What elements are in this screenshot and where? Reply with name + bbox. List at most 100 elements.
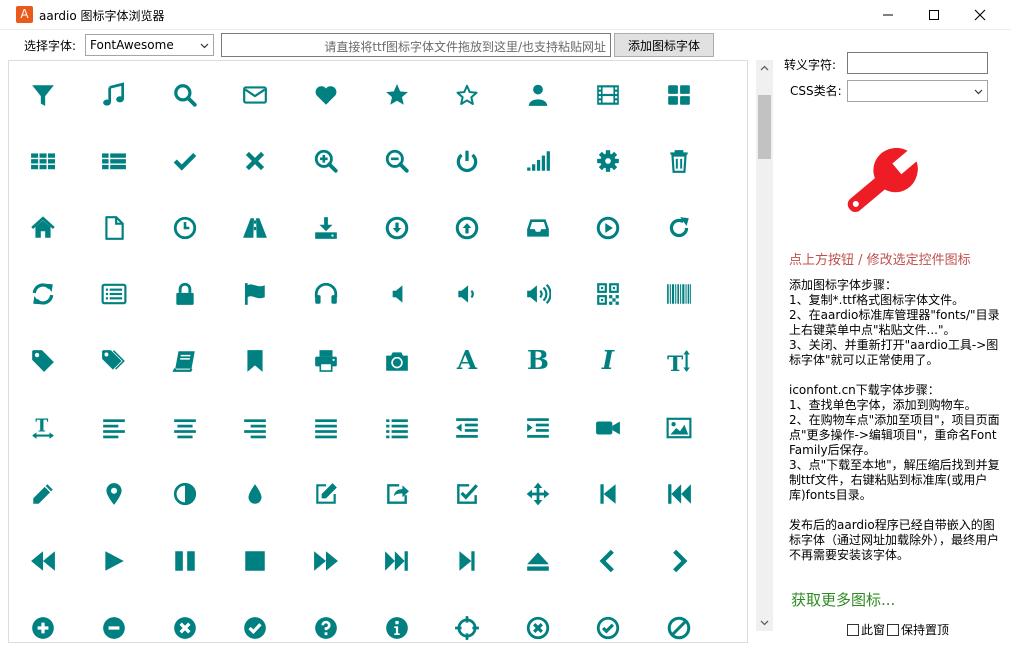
icon-cell[interactable]: [13, 269, 73, 319]
icon-cell[interactable]: [508, 603, 568, 642]
icon-cell[interactable]: [367, 536, 427, 586]
icon-cell[interactable]: [367, 203, 427, 253]
icon-cell[interactable]: [578, 469, 638, 519]
close-button[interactable]: [957, 0, 1003, 30]
icon-cell[interactable]: [155, 269, 215, 319]
icon-cell[interactable]: [296, 603, 356, 642]
icon-cell[interactable]: [437, 70, 497, 120]
icon-cell[interactable]: [296, 136, 356, 186]
icon-cell[interactable]: [649, 203, 709, 253]
icon-cell[interactable]: [84, 469, 144, 519]
icon-cell[interactable]: [367, 469, 427, 519]
icon-cell[interactable]: [508, 403, 568, 453]
icon-cell[interactable]: [296, 536, 356, 586]
minimize-button[interactable]: [865, 0, 911, 30]
icon-cell[interactable]: [296, 70, 356, 120]
icon-cell[interactable]: [649, 469, 709, 519]
more-icons-link[interactable]: 获取更多图标...: [791, 589, 895, 610]
icon-cell[interactable]: [225, 536, 285, 586]
icon-cell[interactable]: [13, 469, 73, 519]
icon-cell[interactable]: [225, 203, 285, 253]
icon-cell[interactable]: [225, 70, 285, 120]
icon-cell[interactable]: [155, 336, 215, 386]
icon-cell[interactable]: T: [13, 403, 73, 453]
scroll-up-button[interactable]: [756, 60, 773, 77]
icon-cell[interactable]: [225, 469, 285, 519]
icon-cell[interactable]: [13, 70, 73, 120]
icon-cell[interactable]: [155, 203, 215, 253]
icon-cell[interactable]: [578, 536, 638, 586]
icon-grid-scrollbar[interactable]: [756, 60, 773, 631]
maximize-button[interactable]: [911, 0, 957, 30]
icon-cell[interactable]: [578, 136, 638, 186]
icon-cell[interactable]: [508, 203, 568, 253]
icon-cell[interactable]: [13, 603, 73, 642]
icon-cell[interactable]: [508, 70, 568, 120]
icon-cell[interactable]: [437, 536, 497, 586]
icon-cell[interactable]: [437, 603, 497, 642]
css-class-select[interactable]: [847, 80, 988, 102]
icon-cell[interactable]: [508, 136, 568, 186]
icon-cell[interactable]: T: [649, 336, 709, 386]
icon-cell[interactable]: [84, 136, 144, 186]
icon-cell[interactable]: [508, 536, 568, 586]
icon-cell[interactable]: [296, 403, 356, 453]
scroll-down-button[interactable]: [756, 614, 773, 631]
escape-char-input[interactable]: [847, 52, 988, 74]
icon-cell[interactable]: [155, 403, 215, 453]
icon-cell[interactable]: [578, 603, 638, 642]
icon-cell[interactable]: [578, 203, 638, 253]
icon-cell[interactable]: [84, 70, 144, 120]
icon-cell[interactable]: [578, 403, 638, 453]
topmost-checkbox[interactable]: [887, 623, 900, 636]
font-file-input[interactable]: 请直接将ttf图标字体文件拖放到这里/也支持粘贴网址: [221, 33, 611, 57]
icon-cell[interactable]: [296, 269, 356, 319]
icon-cell[interactable]: [437, 136, 497, 186]
icon-cell[interactable]: [155, 70, 215, 120]
wrench-icon[interactable]: [832, 138, 928, 228]
icon-cell[interactable]: [367, 70, 427, 120]
icon-cell[interactable]: [649, 603, 709, 642]
icon-cell[interactable]: [13, 336, 73, 386]
icon-cell[interactable]: [155, 536, 215, 586]
icon-cell[interactable]: [437, 269, 497, 319]
icon-cell[interactable]: [296, 336, 356, 386]
icon-cell[interactable]: [13, 536, 73, 586]
icon-cell[interactable]: [84, 603, 144, 642]
icon-cell[interactable]: [649, 536, 709, 586]
icon-cell[interactable]: [84, 403, 144, 453]
icon-cell[interactable]: [367, 336, 427, 386]
icon-cell[interactable]: [13, 203, 73, 253]
icon-cell[interactable]: [649, 136, 709, 186]
icon-cell[interactable]: [649, 403, 709, 453]
icon-cell[interactable]: [437, 203, 497, 253]
icon-cell[interactable]: [84, 269, 144, 319]
add-font-button[interactable]: 添加图标字体: [614, 33, 714, 57]
icon-cell[interactable]: [225, 136, 285, 186]
icon-cell[interactable]: [508, 469, 568, 519]
icon-cell[interactable]: [578, 70, 638, 120]
icon-cell[interactable]: [84, 536, 144, 586]
icon-cell[interactable]: [13, 136, 73, 186]
icon-cell[interactable]: [225, 403, 285, 453]
icon-cell[interactable]: [367, 603, 427, 642]
icon-cell[interactable]: [225, 269, 285, 319]
window-checkbox[interactable]: [847, 623, 859, 636]
icon-cell[interactable]: [437, 403, 497, 453]
font-select[interactable]: FontAwesome: [85, 34, 214, 56]
icon-cell[interactable]: [155, 469, 215, 519]
icon-cell[interactable]: [578, 269, 638, 319]
icon-cell[interactable]: [367, 136, 427, 186]
icon-cell[interactable]: [155, 603, 215, 642]
icon-cell[interactable]: B: [508, 336, 568, 386]
icon-cell[interactable]: [649, 269, 709, 319]
icon-cell[interactable]: [508, 269, 568, 319]
icon-cell[interactable]: I: [578, 336, 638, 386]
icon-cell[interactable]: [155, 136, 215, 186]
icon-cell[interactable]: [296, 203, 356, 253]
icon-cell[interactable]: [296, 469, 356, 519]
icon-cell[interactable]: [367, 269, 427, 319]
scroll-thumb[interactable]: [758, 95, 771, 159]
icon-cell[interactable]: [437, 469, 497, 519]
icon-cell[interactable]: [225, 603, 285, 642]
